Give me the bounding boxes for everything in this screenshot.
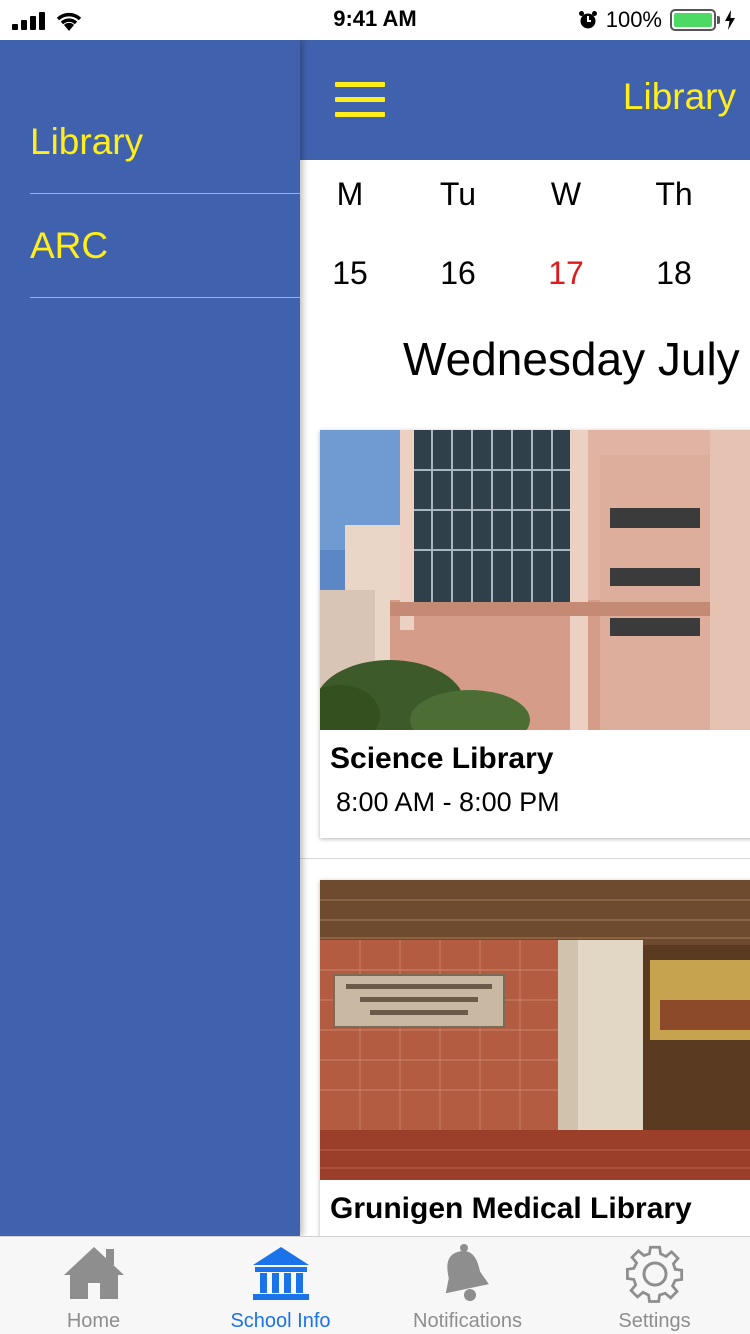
page-title: Library — [622, 76, 736, 117]
tab-label: Home — [66, 1310, 121, 1332]
library-name: Science Library — [330, 742, 554, 775]
day-number[interactable]: 16 — [408, 255, 508, 292]
card-divider — [300, 858, 750, 859]
bell-icon — [445, 1244, 489, 1301]
gear-icon — [626, 1245, 684, 1303]
building-columns-icon — [253, 1247, 309, 1300]
library-hours: 8:00 AM - 8:00 PM — [336, 787, 560, 817]
library-name: Grunigen Medical Library — [330, 1192, 692, 1225]
tab-home[interactable]: Home — [0, 1237, 187, 1334]
side-menu-item-library[interactable]: Library — [30, 90, 300, 194]
tab-notifications[interactable]: Notifications — [374, 1237, 561, 1334]
alarm-clock-icon — [578, 11, 597, 29]
tab-label: Notifications — [413, 1310, 522, 1332]
side-menu: Library ARC — [0, 40, 300, 1236]
hamburger-menu-icon[interactable] — [335, 82, 385, 118]
tab-school-info[interactable]: School Info — [187, 1237, 374, 1334]
science-library-photo — [320, 430, 750, 730]
main-content: Library M Tu W Th 15 16 17 18 Wednesday … — [300, 40, 750, 1236]
date-heading: Wednesday July — [403, 333, 740, 385]
grunigen-medical-library-photo — [320, 880, 750, 1180]
calendar-day-names: M Tu W Th — [300, 176, 750, 226]
side-menu-item-arc[interactable]: ARC — [30, 194, 300, 298]
day-number-selected[interactable]: 17 — [516, 255, 616, 292]
day-number[interactable]: 18 — [624, 255, 724, 292]
calendar-day-numbers: 15 16 17 18 — [300, 255, 750, 305]
day-name: M — [336, 176, 364, 212]
day-name: Tu — [439, 176, 477, 212]
day-name: Th — [655, 176, 693, 212]
tab-bar: Home School Info Notifications Settings — [0, 1236, 750, 1334]
status-bar: 9:41 AM 100% — [0, 0, 750, 40]
battery-percent: 100% — [605, 7, 662, 32]
battery-icon — [670, 9, 720, 31]
tab-label: Settings — [618, 1310, 691, 1332]
library-card-science[interactable]: Science Library 8:00 AM - 8:00 PM — [320, 430, 750, 838]
nav-bar: Library — [300, 40, 750, 160]
tab-settings[interactable]: Settings — [561, 1237, 748, 1334]
charging-bolt-icon — [725, 10, 735, 30]
day-number[interactable]: 15 — [300, 255, 400, 292]
house-icon — [64, 1247, 124, 1299]
library-card-grunigen-medical[interactable]: Grunigen Medical Library — [320, 880, 750, 1236]
day-name: W — [550, 176, 582, 212]
tab-label: School Info — [230, 1310, 331, 1332]
